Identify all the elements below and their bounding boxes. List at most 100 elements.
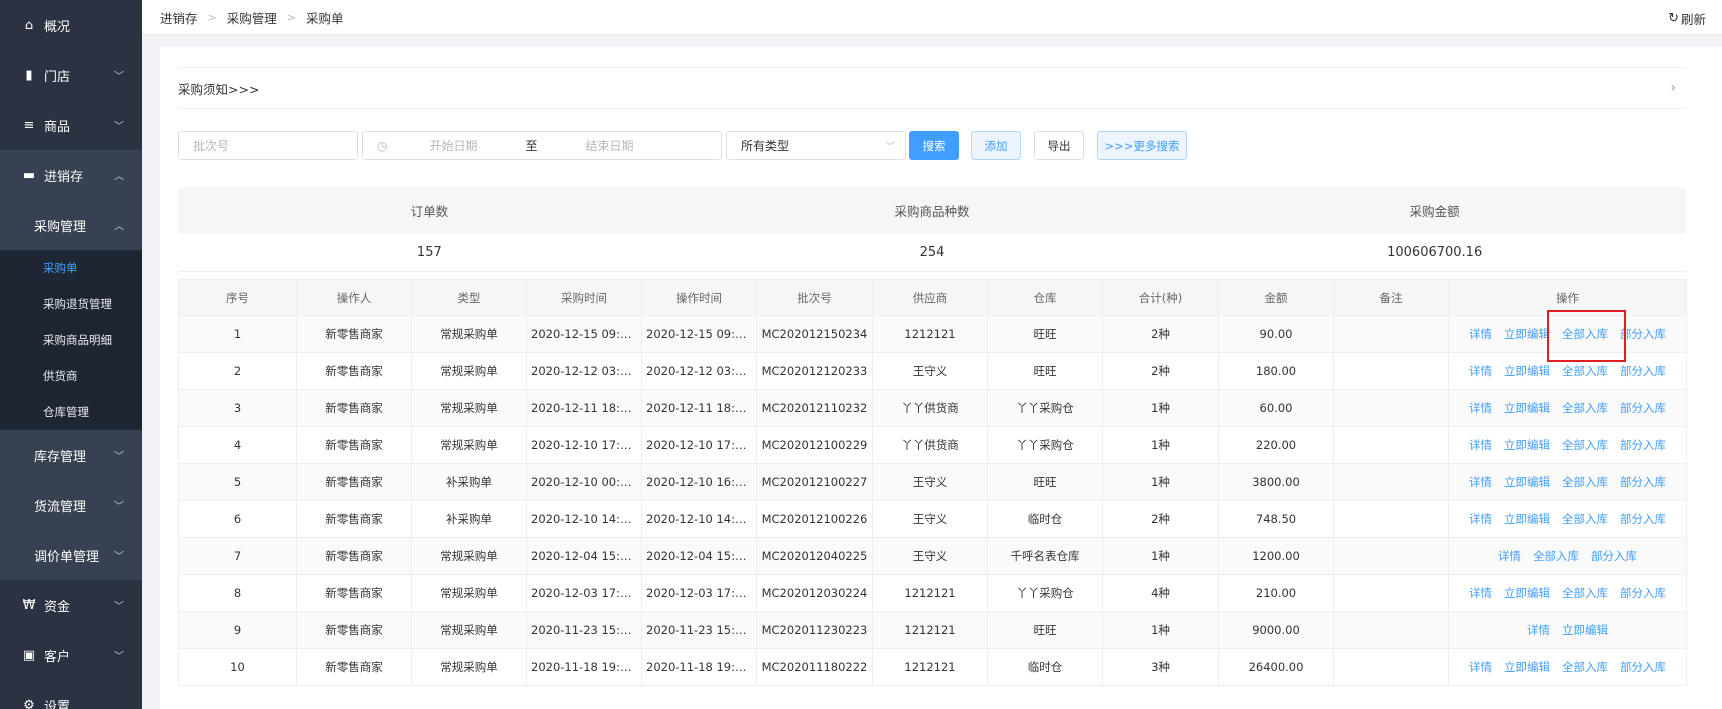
op-link[interactable]: 详情 xyxy=(1469,586,1492,600)
op-link[interactable]: 详情 xyxy=(1469,364,1492,378)
batch-input[interactable]: 批次号 xyxy=(178,131,358,160)
op-link[interactable]: 部分入库 xyxy=(1620,327,1666,341)
nav-label: 货流管理 xyxy=(34,499,87,515)
op-link[interactable]: 立即编辑 xyxy=(1504,586,1550,600)
nav-inventory[interactable]: ▬ 进销存 ︿ xyxy=(0,150,142,200)
cell-type: 常规采购单 xyxy=(411,537,527,575)
cell-amount: 180.00 xyxy=(1218,352,1334,390)
op-link[interactable]: 详情 xyxy=(1469,660,1492,674)
cell-supplier: 王守义 xyxy=(872,352,988,390)
op-link[interactable]: 全部入库 xyxy=(1562,586,1608,600)
op-link[interactable]: 立即编辑 xyxy=(1504,364,1550,378)
chevron-up-icon: ︿ xyxy=(114,221,124,233)
op-link[interactable]: 全部入库 xyxy=(1562,438,1608,452)
op-link[interactable]: 部分入库 xyxy=(1620,586,1666,600)
op-link[interactable]: 立即编辑 xyxy=(1504,512,1550,526)
op-link[interactable]: 全部入库 xyxy=(1562,512,1608,526)
op-link[interactable]: 详情 xyxy=(1469,438,1492,452)
op-link[interactable]: 详情 xyxy=(1527,623,1550,637)
batch-placeholder: 批次号 xyxy=(193,139,230,153)
cell-otime: 2020-12-11 18:22... xyxy=(641,389,757,427)
refresh-button[interactable]: ↻ 刷新 xyxy=(1668,9,1706,28)
nav-purchase-order[interactable]: 采购单 xyxy=(0,250,142,286)
breadcrumb-item[interactable]: 进销存 xyxy=(160,8,198,27)
cell-no: 6 xyxy=(178,500,297,538)
table-row: 7 新零售商家 常规采购单 2020-12-04 15:2... 2020-12-04 … xyxy=(178,537,1687,575)
cell-ops: 详情 立即编辑 xyxy=(1448,611,1687,649)
cell-operator: 新零售商家 xyxy=(296,315,412,353)
op-link[interactable]: 立即编辑 xyxy=(1504,327,1550,341)
op-link[interactable]: 部分入库 xyxy=(1620,660,1666,674)
purchase-notice[interactable]: 采购须知>>> › xyxy=(178,67,1686,109)
op-link[interactable]: 立即编辑 xyxy=(1562,623,1608,637)
nav-store[interactable]: ▮ 门店 ﹀ xyxy=(0,50,142,100)
column-header: 操作人 xyxy=(296,279,412,316)
op-link[interactable]: 部分入库 xyxy=(1620,475,1666,489)
chevron-down-icon: ﹀ xyxy=(114,551,124,563)
op-link[interactable]: 立即编辑 xyxy=(1504,438,1550,452)
nav-purchase-detail[interactable]: 采购商品明细 xyxy=(0,322,142,358)
op-link[interactable]: 详情 xyxy=(1469,475,1492,489)
nav-label: 客户 xyxy=(44,649,71,665)
op-link[interactable]: 部分入库 xyxy=(1591,549,1637,563)
cell-operator: 新零售商家 xyxy=(296,574,412,612)
search-button[interactable]: 搜索 xyxy=(909,131,959,160)
nav-label: 资金 xyxy=(44,599,71,615)
nav-overview[interactable]: ⌂ 概况 xyxy=(0,0,142,50)
nav-warehouse[interactable]: 仓库管理 xyxy=(0,394,142,430)
op-link[interactable]: 部分入库 xyxy=(1620,401,1666,415)
nav-supplier[interactable]: 供货商 xyxy=(0,358,142,394)
breadcrumb-item[interactable]: 采购管理 xyxy=(227,8,277,27)
more-search-button[interactable]: >>>更多搜索 xyxy=(1097,131,1187,160)
op-link[interactable]: 部分入库 xyxy=(1620,364,1666,378)
chevron-right-icon: > xyxy=(286,10,296,24)
nav-customer[interactable]: ▣ 客户 ﹀ xyxy=(0,630,142,680)
cell-operator: 新零售商家 xyxy=(296,352,412,390)
cell-remark xyxy=(1333,648,1449,686)
notice-text: 采购须知>>> xyxy=(178,81,260,97)
cell-warehouse: 旺旺 xyxy=(987,463,1103,501)
op-link[interactable]: 详情 xyxy=(1469,327,1492,341)
nav-logistics-mgmt[interactable]: 货流管理 ﹀ xyxy=(0,480,142,530)
cell-total: 4种 xyxy=(1102,574,1219,612)
nav-settings[interactable]: ⚙ 设置 xyxy=(0,680,142,709)
table-row: 5 新零售商家 补采购单 2020-12-10 00:0... 2020-12-10 1… xyxy=(178,463,1687,501)
cell-batch: MC202012100229 xyxy=(756,426,873,464)
op-link[interactable]: 详情 xyxy=(1469,512,1492,526)
cell-batch: MC202012150234 xyxy=(756,315,873,353)
op-link[interactable]: 全部入库 xyxy=(1562,660,1608,674)
cell-ptime: 2020-12-04 15:2... xyxy=(526,537,642,575)
cell-type: 补采购单 xyxy=(411,500,527,538)
op-link[interactable]: 全部入库 xyxy=(1562,475,1608,489)
export-button[interactable]: 导出 xyxy=(1034,131,1084,160)
op-link[interactable]: 全部入库 xyxy=(1562,401,1608,415)
op-link[interactable]: 立即编辑 xyxy=(1504,660,1550,674)
stat-label: 采购商品种数 xyxy=(894,204,970,219)
nav-goods[interactable]: ≡ 商品 ﹀ xyxy=(0,100,142,150)
op-link[interactable]: 详情 xyxy=(1498,549,1521,563)
nav-stock-mgmt[interactable]: 库存管理 ﹀ xyxy=(0,430,142,480)
cell-no: 5 xyxy=(178,463,297,501)
nav-funds[interactable]: ₩ 资金 ﹀ xyxy=(0,580,142,630)
cell-operator: 新零售商家 xyxy=(296,537,412,575)
nav-purchase-return[interactable]: 采购退货管理 xyxy=(0,286,142,322)
cell-remark xyxy=(1333,352,1449,390)
op-link[interactable]: 部分入库 xyxy=(1620,512,1666,526)
refresh-icon: ↻ xyxy=(1668,11,1679,26)
nav-price-mgmt[interactable]: 调价单管理 ﹀ xyxy=(0,530,142,580)
column-header: 批次号 xyxy=(756,279,873,316)
op-link[interactable]: 全部入库 xyxy=(1533,549,1579,563)
op-link[interactable]: 部分入库 xyxy=(1620,438,1666,452)
gear-icon: ⚙ xyxy=(23,697,35,709)
nav-purchase-mgmt[interactable]: 采购管理 ︿ xyxy=(0,200,142,250)
nav-label: 概况 xyxy=(44,19,71,35)
op-link[interactable]: 详情 xyxy=(1469,401,1492,415)
op-link[interactable]: 立即编辑 xyxy=(1504,401,1550,415)
date-range-picker[interactable]: ◷ 开始日期 至 结束日期 xyxy=(362,131,722,160)
add-button[interactable]: 添加 xyxy=(971,131,1021,160)
type-select[interactable]: 所有类型 ﹀ xyxy=(726,131,906,160)
op-link[interactable]: 全部入库 xyxy=(1562,364,1608,378)
op-link[interactable]: 立即编辑 xyxy=(1504,475,1550,489)
cell-ptime: 2020-12-11 18:22... xyxy=(526,389,642,427)
cell-ops: 详情 全部入库 部分入库 xyxy=(1448,537,1687,575)
